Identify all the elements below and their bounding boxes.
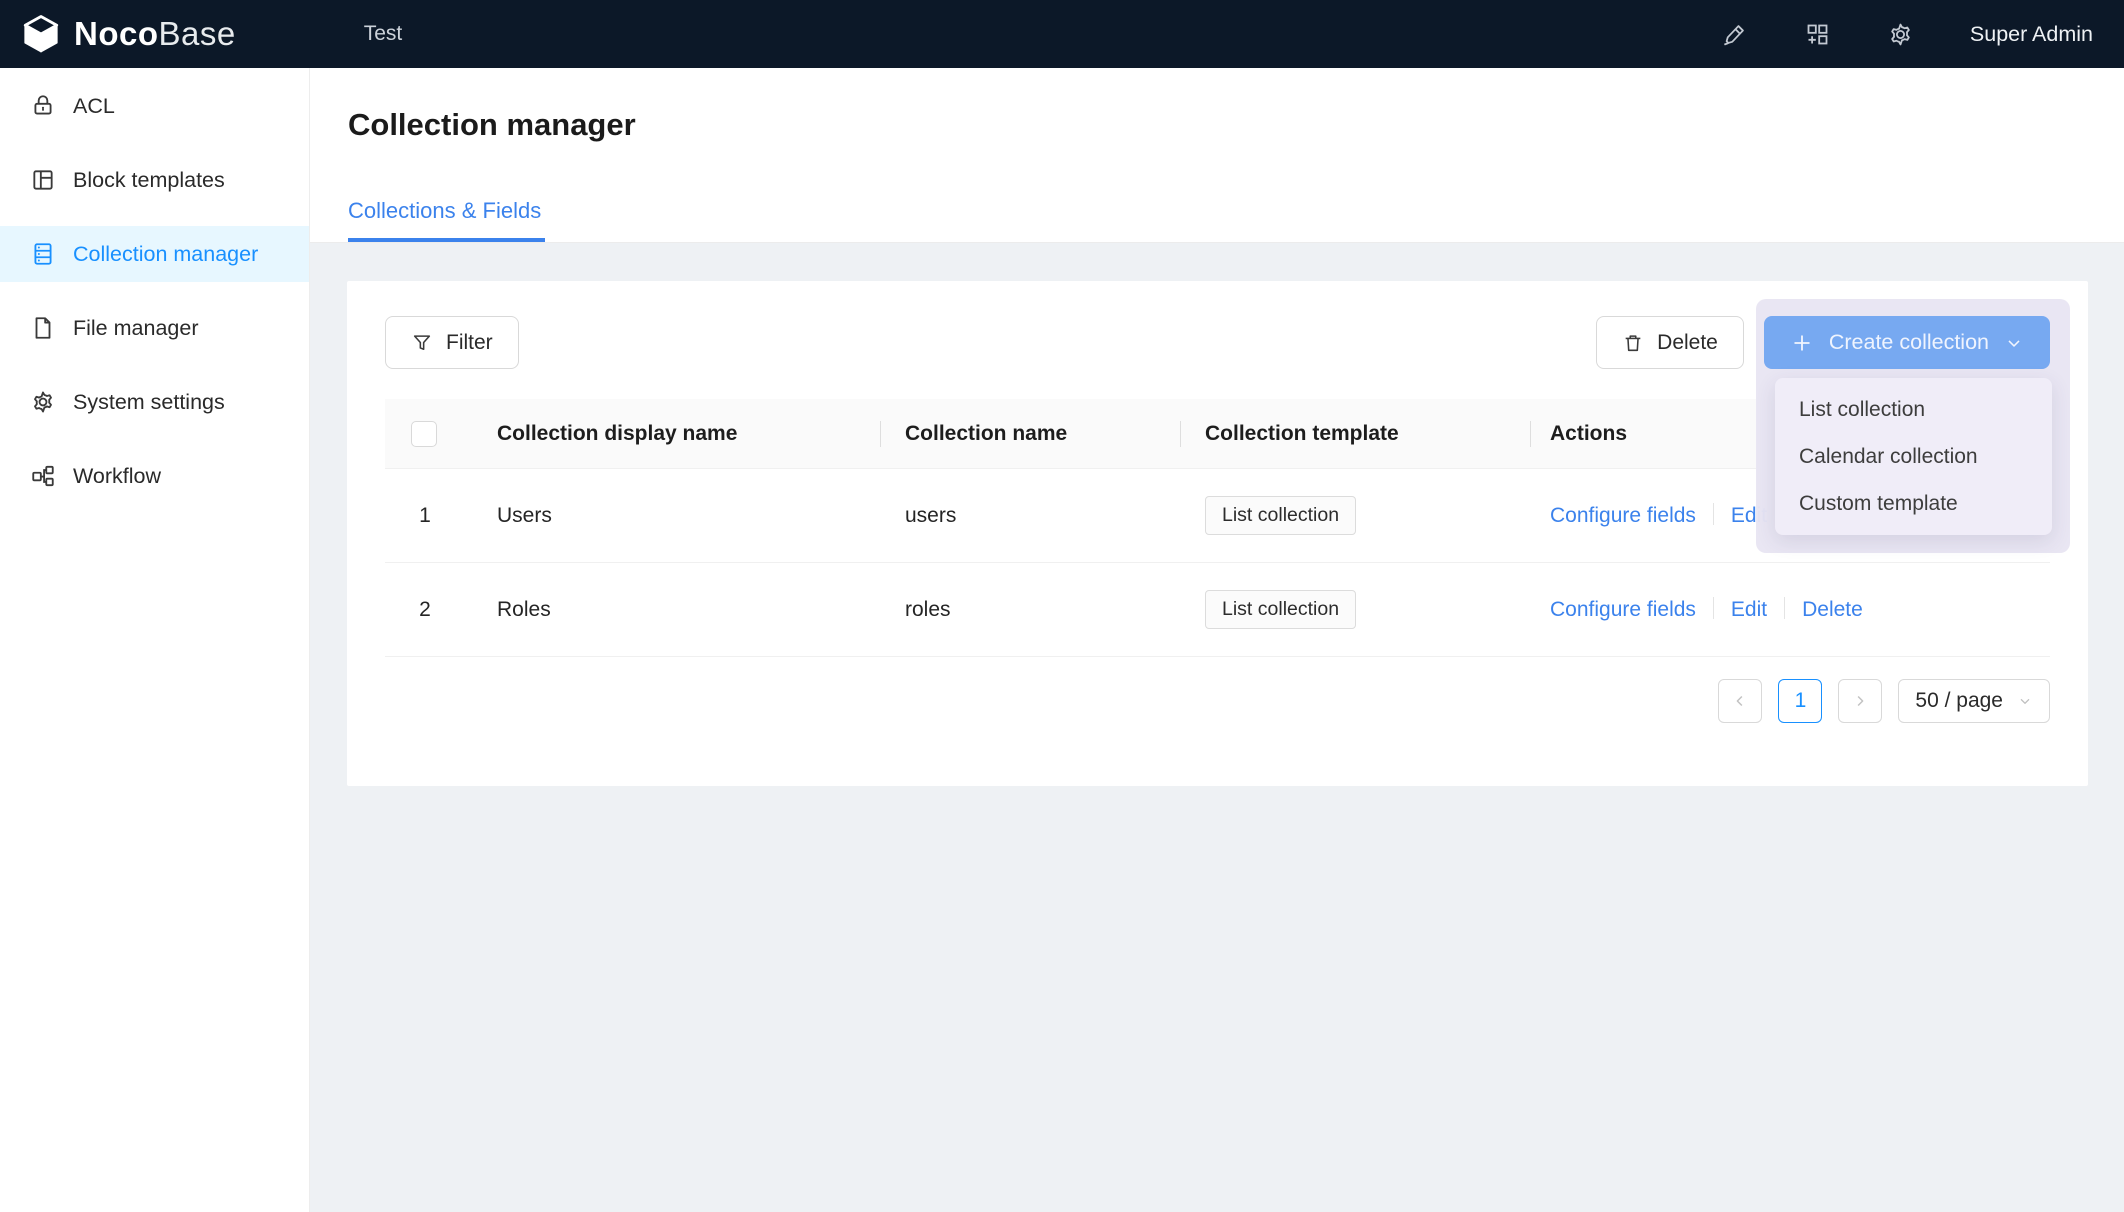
page-1-button[interactable]: 1 <box>1778 679 1822 723</box>
create-collection-button-label: Create collection <box>1829 330 1989 355</box>
sidebar-item-workflow[interactable]: Workflow <box>0 448 309 504</box>
template-tag: List collection <box>1205 496 1356 535</box>
plugins-appstore-add-icon[interactable] <box>1804 21 1831 48</box>
brand-text: NocoBase <box>74 15 236 53</box>
chevron-down-icon <box>2017 693 2033 709</box>
filter-funnel-icon <box>411 332 433 354</box>
action-link-configure-fields[interactable]: Configure fields <box>1550 598 1696 621</box>
cell-collection-name: roles <box>880 598 1180 622</box>
sidebar-item-system-settings[interactable]: System settings <box>0 374 309 430</box>
action-link-edit[interactable]: Edit <box>1731 598 1767 621</box>
cell-collection-template: List collection <box>1180 590 1530 629</box>
tab-collections-fields[interactable]: Collections & Fields <box>348 198 545 242</box>
menu-item-calendar-collection[interactable]: Calendar collection <box>1775 433 2052 480</box>
delete-button-label: Delete <box>1657 331 1718 355</box>
filter-button[interactable]: Filter <box>385 316 519 369</box>
toolbar: Filter Delete <box>385 281 2050 369</box>
page-size-select[interactable]: 50 / page <box>1898 679 2050 723</box>
table-row-roles: 2 Roles roles List collection Configure … <box>385 563 2050 657</box>
action-divider <box>1713 597 1714 619</box>
sidebar-item-acl[interactable]: ACL <box>0 78 309 134</box>
sidebar-item-label: Block templates <box>73 168 225 193</box>
settings-gear-icon[interactable] <box>1887 21 1914 48</box>
header-collection-template: Collection template <box>1180 422 1530 446</box>
sidebar-item-collection-manager[interactable]: Collection manager <box>0 226 309 282</box>
header-checkbox-cell <box>385 421 465 447</box>
menu-item-custom-template[interactable]: Custom template <box>1775 480 2052 527</box>
action-link-delete[interactable]: Delete <box>1802 598 1863 621</box>
sidebar-item-label: ACL <box>73 94 115 119</box>
page-size-value: 50 / page <box>1915 689 2003 713</box>
sidebar-item-block-templates[interactable]: Block templates <box>0 152 309 208</box>
chevron-left-icon <box>1731 692 1749 710</box>
chevron-down-icon <box>2004 333 2024 353</box>
sidebar-item-file-manager[interactable]: File manager <box>0 300 309 356</box>
content-area: Filter Delete <box>310 243 2124 786</box>
header-collection-name: Collection name <box>880 422 1180 446</box>
menu-item-list-collection[interactable]: List collection <box>1775 386 2052 433</box>
cell-display-name: Users <box>465 504 880 528</box>
lock-icon <box>30 93 56 119</box>
user-menu[interactable]: Super Admin <box>1970 22 2093 47</box>
workflow-icon <box>30 463 56 489</box>
gear-icon <box>30 389 56 415</box>
cell-collection-name: users <box>880 504 1180 528</box>
create-collection-button[interactable]: Create collection <box>1764 316 2050 369</box>
pagination: 1 50 / page <box>385 679 2050 723</box>
trash-icon <box>1622 332 1644 354</box>
sidebar: ACL Block templates Collection manager <box>0 68 310 1212</box>
database-icon <box>30 241 56 267</box>
template-tag: List collection <box>1205 590 1356 629</box>
create-collection-menu: List collection Calendar collection Cust… <box>1775 378 2052 535</box>
header-collection-display-name: Collection display name <box>465 422 880 446</box>
tab-bar: Collections & Fields <box>348 198 2124 242</box>
navbar-right: Super Admin <box>1721 21 2124 48</box>
sidebar-item-label: System settings <box>73 390 225 415</box>
cell-display-name: Roles <box>465 598 880 622</box>
nocobase-logo-icon <box>20 13 62 55</box>
cell-actions: Configure fields Edit Delete <box>1530 597 2050 622</box>
row-index: 1 <box>385 504 465 528</box>
sidebar-item-label: Collection manager <box>73 242 258 267</box>
action-divider <box>1713 503 1714 525</box>
select-all-checkbox[interactable] <box>411 421 437 447</box>
chevron-right-icon <box>1851 692 1869 710</box>
file-icon <box>30 315 56 341</box>
brand-text-bold: Noco <box>74 15 159 52</box>
next-page-button[interactable] <box>1838 679 1882 723</box>
prev-page-button[interactable] <box>1718 679 1762 723</box>
cell-collection-template: List collection <box>1180 496 1530 535</box>
action-divider <box>1784 597 1785 619</box>
layout-icon <box>30 167 56 193</box>
top-navbar: NocoBase Test Super Admin <box>0 0 2124 68</box>
sidebar-item-label: Workflow <box>73 464 161 489</box>
brand[interactable]: NocoBase <box>0 13 236 55</box>
brand-text-light: Base <box>159 15 236 52</box>
page-title: Collection manager <box>348 108 2124 142</box>
navbar-menu: Test <box>364 22 403 46</box>
sidebar-item-label: File manager <box>73 316 198 341</box>
action-link-configure-fields[interactable]: Configure fields <box>1550 504 1696 527</box>
collections-card: Filter Delete <box>347 281 2088 786</box>
filter-button-label: Filter <box>446 331 493 355</box>
plus-icon <box>1790 331 1814 355</box>
main-area: Collection manager Collections & Fields … <box>310 68 2124 1212</box>
page-header: Collection manager Collections & Fields <box>310 68 2124 243</box>
row-index: 2 <box>385 598 465 622</box>
ui-editor-highlighter-icon[interactable] <box>1721 21 1748 48</box>
nav-menu-item-test[interactable]: Test <box>364 22 403 45</box>
delete-button[interactable]: Delete <box>1596 316 1744 369</box>
